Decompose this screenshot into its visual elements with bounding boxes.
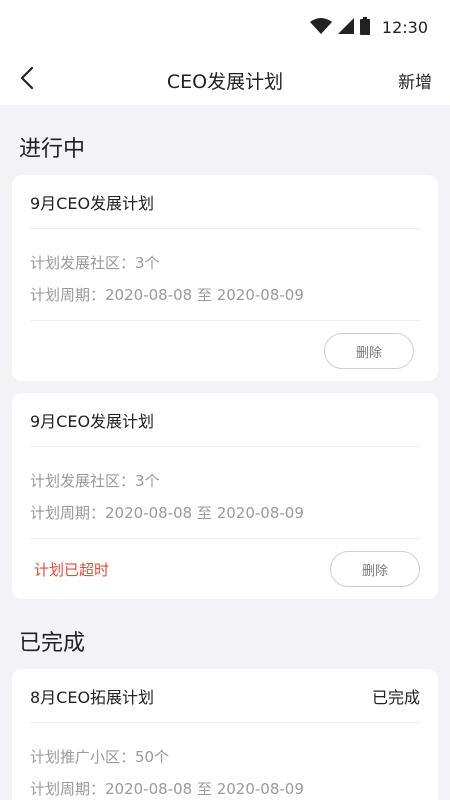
card-body: 计划发展社区：3个 计划周期：2020-08-08 至 2020-08-09 (30, 229, 420, 321)
card-footer: 计划已超时 删除 (30, 539, 420, 599)
community-line: 计划发展社区：3个 (30, 247, 420, 279)
period-line: 计划周期：2020-08-08 至 2020-08-09 (30, 497, 420, 529)
card-title: 9月CEO发展计划 (30, 193, 155, 213)
delete-button[interactable]: 删除 (330, 551, 420, 587)
card-header: 9月CEO发展计划 (30, 175, 420, 229)
plan-card[interactable]: 9月CEO发展计划 计划发展社区：3个 计划周期：2020-08-08 至 20… (12, 175, 438, 381)
community-line: 计划发展社区：3个 (30, 465, 420, 497)
nav-bar: CEO发展计划 新增 (0, 55, 450, 105)
community-line: 计划推广小区：50个 (30, 741, 420, 773)
back-button[interactable] (10, 63, 44, 97)
period-value: 2020-08-08 至 2020-08-09 (105, 286, 304, 304)
section-title-in-progress: 进行中 (19, 137, 86, 162)
community-label: 计划发展社区： (30, 472, 136, 490)
status-time: 12:30 (381, 18, 428, 37)
wifi-icon (309, 17, 332, 38)
status-badge: 已完成 (371, 687, 420, 707)
period-line: 计划周期：2020-08-08 至 2020-08-09 (30, 773, 420, 800)
card-header: 9月CEO发展计划 (30, 393, 420, 447)
section-title-completed: 已完成 (19, 631, 86, 656)
period-label: 计划周期： (30, 504, 106, 522)
plan-card[interactable]: 9月CEO发展计划 计划发展社区：3个 计划周期：2020-08-08 至 20… (12, 393, 438, 599)
add-button[interactable]: 新增 (398, 68, 432, 93)
period-value: 2020-08-08 至 2020-08-09 (105, 780, 304, 798)
period-line: 计划周期：2020-08-08 至 2020-08-09 (30, 279, 420, 311)
period-label: 计划周期： (30, 286, 106, 304)
chevron-left-icon (20, 66, 34, 94)
signal-icon (337, 17, 354, 38)
page-title: CEO发展计划 (166, 70, 284, 93)
card-body: 计划推广小区：50个 计划周期：2020-08-08 至 2020-08-09 (30, 723, 420, 800)
overdue-warning: 计划已超时 (34, 560, 110, 579)
period-value: 2020-08-08 至 2020-08-09 (105, 504, 304, 522)
community-value: 3个 (135, 254, 160, 272)
community-label: 计划发展社区： (30, 254, 136, 272)
community-label: 计划推广小区： (30, 748, 136, 766)
card-title: 9月CEO发展计划 (30, 411, 155, 431)
card-header: 8月CEO拓展计划 已完成 (30, 669, 420, 723)
community-value: 50个 (135, 748, 170, 766)
period-label: 计划周期： (30, 780, 106, 798)
status-bar: 12:30 (0, 0, 450, 55)
card-footer: 删除 (30, 321, 420, 381)
battery-icon (359, 16, 370, 39)
community-value: 3个 (135, 472, 160, 490)
plan-card[interactable]: 8月CEO拓展计划 已完成 计划推广小区：50个 计划周期：2020-08-08… (12, 669, 438, 800)
delete-button[interactable]: 删除 (324, 333, 414, 369)
card-body: 计划发展社区：3个 计划周期：2020-08-08 至 2020-08-09 (30, 447, 420, 539)
card-title: 8月CEO拓展计划 (30, 687, 155, 707)
